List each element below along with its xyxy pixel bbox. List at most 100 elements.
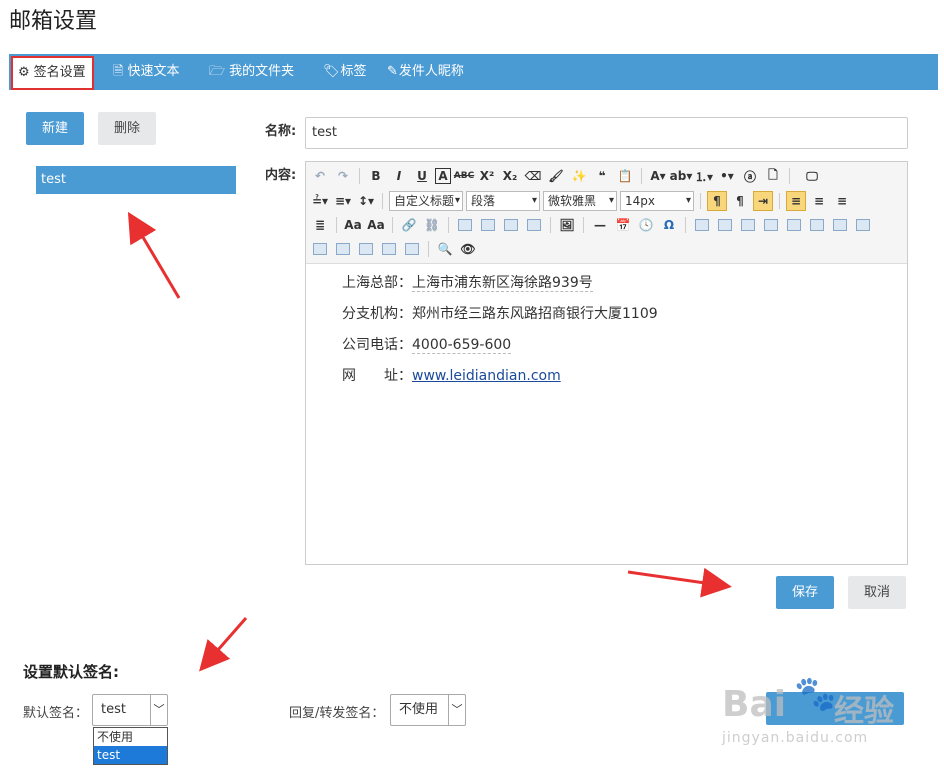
undo-icon[interactable]: ↶ [310, 166, 330, 186]
editor-content[interactable]: 上海总部：上海市浦东新区海徐路939号 分支机构：郑州市经三路东风路招商银行大厦… [342, 272, 658, 396]
new-signature-button[interactable]: 新建 [26, 112, 84, 145]
insert-row-before-icon[interactable] [741, 219, 755, 231]
align-left-icon[interactable]: ≡ [786, 191, 806, 211]
document-icon: 🗎 [113, 64, 124, 79]
rich-text-editor[interactable]: ↶ ↷ B I U A ABC X² X₂ ⌫ 🖌 ✨ ❝ 📋 A▾ ab▾ ⒈… [305, 161, 908, 565]
content-label: 内容: [265, 168, 297, 183]
default-signature-heading: 设置默认签名: [23, 663, 119, 681]
save-button[interactable]: 保存 [776, 576, 834, 609]
clear-doc-icon[interactable]: 🗋 [763, 166, 783, 186]
merge-down-icon[interactable] [336, 243, 350, 255]
font-size-select[interactable]: 14px [620, 191, 694, 211]
underline-icon[interactable]: U [412, 166, 432, 186]
align-right-icon[interactable]: ≡ [832, 191, 852, 211]
paragraph-select[interactable]: 段落 [466, 191, 540, 211]
rtl-direction-icon[interactable]: ¶ [730, 191, 750, 211]
dropdown-option[interactable]: 不使用 [94, 728, 167, 746]
delete-table-icon[interactable] [718, 219, 732, 231]
arrow-to-signature-item [127, 211, 181, 299]
italic-icon[interactable]: I [389, 166, 409, 186]
date-icon[interactable]: 📅 [613, 215, 633, 235]
merge-cells-icon[interactable] [856, 219, 870, 231]
preview-binoculars-icon[interactable]: 👁 [458, 239, 478, 259]
custom-title-select[interactable]: 自定义标题 [389, 191, 463, 211]
editor-toolbar: ↶ ↷ B I U A ABC X² X₂ ⌫ 🖌 ✨ ❝ 📋 A▾ ab▾ ⒈… [306, 162, 907, 264]
split-rows-icon[interactable] [382, 243, 396, 255]
delete-row-icon[interactable] [787, 219, 801, 231]
folder-icon: 🗁 [209, 64, 226, 79]
time-icon[interactable]: 🕓 [636, 215, 656, 235]
format-brush-icon[interactable]: 🖌 [546, 166, 566, 186]
row-spacing-top-icon[interactable]: ≟▾ [310, 191, 330, 211]
signature-list-item[interactable]: test [36, 166, 236, 194]
tab-sender-nickname[interactable]: ✎发件人昵称 [387, 54, 464, 90]
bold-icon[interactable]: B [366, 166, 386, 186]
arrow-to-default-section [199, 617, 248, 672]
auto-format-icon[interactable]: ✨ [569, 166, 589, 186]
tab-tags[interactable]: 🏷标签 [323, 54, 367, 90]
font-family-select[interactable]: 微软雅黑 [543, 191, 617, 211]
reply-signature-select[interactable]: 不使用 ﹀ [390, 694, 466, 726]
font-border-icon[interactable]: A [435, 168, 451, 184]
delete-col-icon[interactable] [833, 219, 847, 231]
dropdown-option-selected[interactable]: test [94, 746, 167, 764]
split-cells-icon[interactable] [359, 243, 373, 255]
blockquote-icon[interactable]: ❝ [592, 166, 612, 186]
merge-right-icon[interactable] [313, 243, 327, 255]
align-center-icon[interactable]: ≡ [809, 191, 829, 211]
redo-icon[interactable]: ↷ [333, 166, 353, 186]
special-chars-icon[interactable]: Ω [659, 215, 679, 235]
image-center-icon[interactable] [527, 219, 541, 231]
default-signature-dropdown: 不使用 test [93, 727, 168, 765]
subscript-icon[interactable]: X₂ [500, 166, 520, 186]
content-line-website: 网 址：www.leidiandian.com [342, 368, 561, 384]
tab-bar: ⚙ 签名设置 🗎 快速文本 🗁 我的文件夹 🏷标签 ✎发件人昵称 [9, 54, 938, 90]
select-all-icon[interactable]: ⓐ [740, 166, 760, 186]
superscript-icon[interactable]: X² [477, 166, 497, 186]
delete-signature-button[interactable]: 删除 [98, 112, 156, 145]
strikethrough-icon[interactable]: ABC [454, 166, 474, 186]
font-color-icon[interactable]: A▾ [648, 166, 668, 186]
name-label: 名称: [265, 124, 297, 139]
reply-signature-label: 回复/转发签名： [289, 706, 385, 721]
page-title: 邮箱设置 [9, 9, 98, 34]
unlink-icon[interactable]: ⛓ [422, 215, 442, 235]
line-height-icon[interactable]: ↕▾ [356, 191, 376, 211]
image-icon[interactable]: 🖼 [557, 215, 577, 235]
uppercase-icon[interactable]: Aa [343, 215, 363, 235]
cancel-button[interactable]: 取消 [848, 576, 906, 609]
search-replace-icon[interactable]: 🔍 [435, 239, 455, 259]
paw-icon: 🐾 [794, 674, 837, 714]
image-none-icon[interactable] [458, 219, 472, 231]
gear-icon: ⚙ [18, 65, 30, 80]
signature-name-input[interactable]: test [305, 117, 908, 149]
row-spacing-bottom-icon[interactable]: ≡▾ [333, 191, 353, 211]
tags-icon: 🏷 [323, 64, 340, 79]
insert-table-icon[interactable] [695, 219, 709, 231]
paste-plain-icon[interactable]: 📋 [615, 166, 635, 186]
content-line-hq: 上海总部：上海市浦东新区海徐路939号 [342, 275, 593, 292]
link-icon[interactable]: 🔗 [399, 215, 419, 235]
insert-row-icon[interactable] [764, 219, 778, 231]
default-signature-select[interactable]: test ﹀ [92, 694, 168, 726]
tab-signature-settings[interactable]: ⚙ 签名设置 [11, 56, 94, 90]
lowercase-icon[interactable]: Aa [366, 215, 386, 235]
image-right-icon[interactable] [504, 219, 518, 231]
split-cols-icon[interactable] [405, 243, 419, 255]
horizontal-line-icon[interactable]: — [590, 215, 610, 235]
eraser-icon[interactable]: ⌫ [523, 166, 543, 186]
tab-my-folders[interactable]: 🗁 我的文件夹 [209, 54, 294, 90]
justify-icon[interactable]: ≣ [310, 215, 330, 235]
insert-col-icon[interactable] [810, 219, 824, 231]
image-left-icon[interactable] [481, 219, 495, 231]
arrow-to-save-button [627, 567, 732, 598]
ltr-direction-icon[interactable]: ¶ [707, 191, 727, 211]
fullscreen-icon[interactable]: 🖵 [802, 166, 822, 186]
website-link[interactable]: www.leidiandian.com [412, 368, 561, 384]
unordered-list-icon[interactable]: •▾ [717, 166, 737, 186]
ordered-list-icon[interactable]: ⒈▾ [694, 166, 714, 186]
indent-icon[interactable]: ⇥ [753, 191, 773, 211]
background-color-icon[interactable]: ab▾ [670, 166, 693, 186]
edit-icon: ✎ [387, 64, 398, 79]
tab-quick-text[interactable]: 🗎 快速文本 [113, 54, 179, 90]
